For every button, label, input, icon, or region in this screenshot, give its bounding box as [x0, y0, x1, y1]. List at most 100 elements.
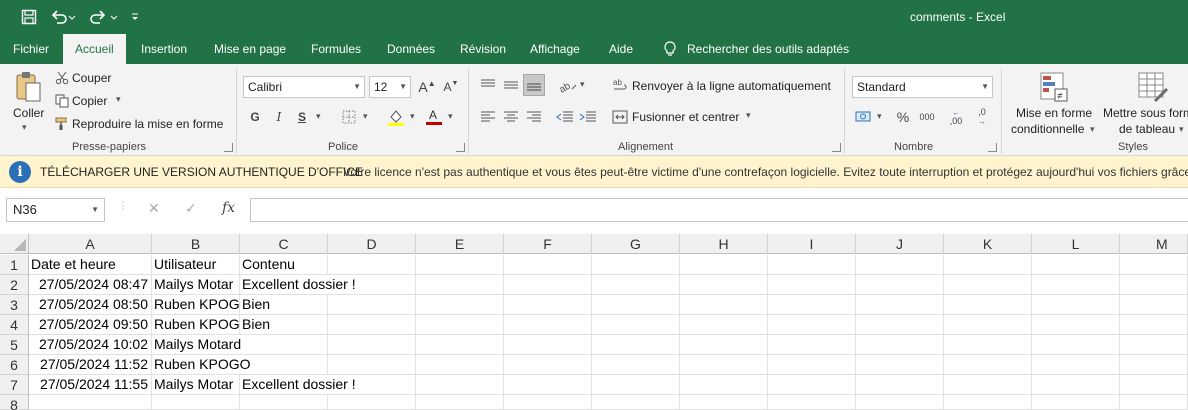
empty-cell[interactable]	[768, 355, 856, 375]
empty-cell[interactable]	[504, 395, 592, 410]
column-header-d[interactable]: D	[328, 234, 416, 254]
row-header[interactable]: 7	[0, 375, 29, 395]
cancel-icon[interactable]: ✕	[148, 200, 160, 217]
empty-cell[interactable]	[416, 275, 504, 295]
row-header[interactable]: 5	[0, 335, 29, 355]
empty-cell[interactable]	[768, 335, 856, 355]
paste-label[interactable]: Coller	[13, 106, 44, 120]
cut-button[interactable]: Couper	[72, 71, 111, 85]
empty-cell[interactable]	[416, 255, 504, 275]
cell-c7[interactable]: Excellent dossier !	[240, 375, 356, 395]
empty-cell[interactable]	[592, 335, 680, 355]
save-icon[interactable]	[18, 7, 40, 27]
empty-cell[interactable]	[416, 375, 504, 395]
customize-toolbar-icon[interactable]	[128, 7, 142, 27]
empty-cell[interactable]	[680, 355, 768, 375]
empty-cell[interactable]	[1032, 315, 1120, 335]
empty-cell[interactable]	[768, 255, 856, 275]
cell-a6[interactable]: 27/05/2024 11:52	[29, 355, 152, 375]
number-launcher-icon[interactable]	[988, 143, 997, 152]
column-header-c[interactable]: C	[240, 234, 328, 254]
format-as-table-line2[interactable]: de tableau	[1119, 122, 1175, 136]
empty-cell[interactable]	[504, 275, 592, 295]
column-header-a[interactable]: A	[29, 234, 152, 254]
column-header-k[interactable]: K	[944, 234, 1032, 254]
copy-dropdown-icon[interactable]: ▾	[116, 94, 121, 105]
empty-cell[interactable]	[1032, 295, 1120, 315]
empty-cell[interactable]	[328, 315, 416, 335]
cell-c6[interactable]	[240, 355, 328, 375]
license-heading[interactable]: TÉLÉCHARGER UNE VERSION AUTHENTIQUE D'OF…	[40, 165, 363, 179]
empty-cell[interactable]	[1120, 275, 1188, 295]
format-table-dropdown-icon[interactable]: ▾	[1179, 124, 1184, 135]
increase-decimal-button[interactable]: ← ,00	[946, 107, 966, 127]
format-as-table-icon[interactable]	[1136, 70, 1170, 104]
cell-b2[interactable]: Mailys Motar	[152, 275, 240, 295]
empty-cell[interactable]	[944, 255, 1032, 275]
shrink-font-icon[interactable]: A ▼	[442, 77, 460, 97]
column-header-m[interactable]: M	[1120, 234, 1188, 254]
cell-b6[interactable]: Ruben KPOGO	[152, 355, 251, 375]
column-header-j[interactable]: J	[856, 234, 944, 254]
tab-accueil[interactable]: Accueil	[63, 34, 126, 64]
name-box[interactable]: N36 ▼	[6, 198, 105, 222]
tab-revision[interactable]: Révision	[460, 34, 506, 64]
thousands-separator-button[interactable]: 000	[916, 107, 938, 127]
empty-cell[interactable]	[1120, 395, 1188, 410]
empty-cell[interactable]	[1120, 355, 1188, 375]
column-header-e[interactable]: E	[416, 234, 504, 254]
conditional-formatting-icon[interactable]: ≠	[1038, 70, 1070, 104]
empty-cell[interactable]	[328, 395, 416, 410]
empty-cell[interactable]	[944, 375, 1032, 395]
align-bottom-icon[interactable]	[523, 74, 545, 96]
conditional-formatting-line1[interactable]: Mise en forme	[1016, 106, 1092, 120]
cell-a3[interactable]: 27/05/2024 08:50	[29, 295, 152, 315]
empty-cell[interactable]	[1120, 375, 1188, 395]
underline-dropdown-icon[interactable]: ▾	[316, 111, 321, 122]
cell-a4[interactable]: 27/05/2024 09:50	[29, 315, 152, 335]
align-right-icon[interactable]	[524, 108, 544, 126]
empty-cell[interactable]	[944, 275, 1032, 295]
column-header-h[interactable]: H	[680, 234, 768, 254]
empty-cell[interactable]	[768, 375, 856, 395]
column-header-b[interactable]: B	[152, 234, 240, 254]
empty-cell[interactable]	[944, 335, 1032, 355]
empty-cell[interactable]	[592, 375, 680, 395]
merge-dropdown-icon[interactable]: ▾	[746, 110, 751, 121]
empty-cell[interactable]	[592, 355, 680, 375]
empty-cell[interactable]	[680, 375, 768, 395]
empty-cell[interactable]	[504, 295, 592, 315]
orientation-icon[interactable]: ab	[557, 75, 579, 95]
empty-cell[interactable]	[856, 295, 944, 315]
font-color-dropdown-icon[interactable]: ▾	[448, 111, 453, 122]
cell-b7[interactable]: Mailys Motar	[152, 375, 240, 395]
empty-cell[interactable]	[504, 315, 592, 335]
merge-center-button[interactable]: Fusionner et centrer	[632, 110, 739, 124]
decrease-indent-icon[interactable]	[555, 108, 575, 126]
empty-cell[interactable]	[328, 255, 416, 275]
empty-cell[interactable]	[1120, 315, 1188, 335]
grow-font-icon[interactable]: A ▲	[418, 77, 436, 97]
underline-button[interactable]: S	[294, 107, 310, 127]
empty-cell[interactable]	[768, 275, 856, 295]
decrease-decimal-button[interactable]: ,0 →	[972, 107, 992, 127]
redo-icon[interactable]	[86, 7, 120, 27]
empty-cell[interactable]	[1032, 335, 1120, 355]
clipboard-launcher-icon[interactable]	[224, 143, 233, 152]
formula-input[interactable]	[250, 198, 1188, 222]
paste-icon[interactable]	[12, 70, 46, 104]
empty-cell[interactable]	[592, 395, 680, 410]
empty-cell[interactable]	[152, 395, 240, 410]
cell-b5[interactable]: Mailys Motard	[152, 335, 241, 355]
empty-cell[interactable]	[592, 295, 680, 315]
tab-affichage[interactable]: Affichage	[530, 34, 580, 64]
empty-cell[interactable]	[1032, 375, 1120, 395]
cell-c1[interactable]: Contenu	[240, 255, 328, 275]
undo-icon[interactable]	[48, 7, 78, 27]
empty-cell[interactable]	[504, 375, 592, 395]
empty-cell[interactable]	[856, 355, 944, 375]
tab-fichier[interactable]: Fichier	[13, 34, 49, 64]
row-header[interactable]: 6	[0, 355, 29, 375]
empty-cell[interactable]	[416, 395, 504, 410]
orientation-dropdown-icon[interactable]: ▾	[580, 79, 585, 90]
